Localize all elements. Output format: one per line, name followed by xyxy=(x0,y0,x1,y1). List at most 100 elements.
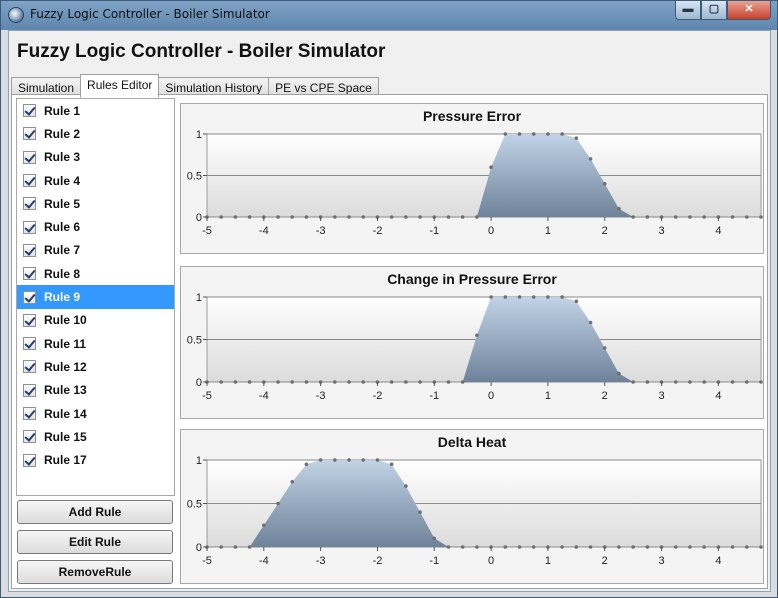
rule-list-item[interactable]: Rule 12 xyxy=(17,355,174,378)
rule-list-item[interactable]: Rule 15 xyxy=(17,425,174,448)
rule-checkbox[interactable] xyxy=(23,360,36,374)
rule-list-item[interactable]: Rule 7 xyxy=(17,239,174,262)
rule-checkbox[interactable] xyxy=(23,267,36,281)
rule-checkbox[interactable] xyxy=(23,220,36,234)
window-controls: ▬ ▢ ✕ xyxy=(675,1,771,20)
x-tick-label: 3 xyxy=(659,225,665,237)
close-button[interactable]: ✕ xyxy=(727,1,771,20)
data-point xyxy=(645,215,650,219)
x-tick-label: 2 xyxy=(602,555,608,567)
data-point xyxy=(560,132,564,136)
data-point xyxy=(262,523,266,528)
data-point xyxy=(688,215,692,219)
add-rule-button[interactable]: Add Rule xyxy=(17,500,173,524)
x-tick-label: 3 xyxy=(659,390,665,402)
rule-list-item[interactable]: Rule 4 xyxy=(17,169,174,192)
client-area: Fuzzy Logic Controller - Boiler Simulato… xyxy=(8,30,771,592)
rule-checkbox[interactable] xyxy=(23,174,36,188)
data-point xyxy=(602,346,607,350)
data-point xyxy=(233,380,238,384)
data-point xyxy=(404,380,408,384)
rule-label: Rule 11 xyxy=(44,336,87,351)
change-in-pressure-error-plot: Change in Pressure Error 0 0.5 1 -5 -4 -3 -2 -1 0… xyxy=(187,271,763,402)
rule-list-item[interactable]: Rule 8 xyxy=(17,262,174,285)
x-tick-label: -1 xyxy=(429,225,439,237)
rule-list-item[interactable]: Rule 14 xyxy=(17,402,174,425)
x-tick-label: 1 xyxy=(545,555,551,567)
minimize-button[interactable]: ▬ xyxy=(675,1,701,20)
x-tick-label: 3 xyxy=(659,555,665,567)
data-point xyxy=(361,458,366,462)
data-point xyxy=(375,458,380,462)
tab-rules-editor[interactable]: Rules Editor xyxy=(80,74,160,98)
rule-list-item[interactable]: Rule 10 xyxy=(17,309,174,332)
data-point xyxy=(744,215,749,219)
data-point xyxy=(389,380,394,384)
data-point xyxy=(574,545,579,549)
rule-checkbox[interactable] xyxy=(23,243,36,257)
rule-checkbox[interactable] xyxy=(23,313,36,327)
data-point xyxy=(730,215,735,219)
x-tick-label: -5 xyxy=(202,390,212,402)
data-point xyxy=(503,132,508,136)
rule-list-item[interactable]: Rule 2 xyxy=(17,122,174,145)
rule-checkbox[interactable] xyxy=(23,453,36,467)
data-point xyxy=(333,215,337,219)
edit-rule-button[interactable]: Edit Rule xyxy=(17,530,173,554)
data-point xyxy=(233,545,238,549)
data-point xyxy=(219,545,224,549)
rule-list-item[interactable]: Rule 6 xyxy=(17,215,174,238)
data-point xyxy=(631,215,635,219)
rule-checkbox[interactable] xyxy=(23,104,36,118)
rule-checkbox[interactable] xyxy=(23,337,36,351)
data-point xyxy=(673,215,678,219)
rule-checkbox[interactable] xyxy=(23,407,36,420)
data-point xyxy=(503,545,508,549)
data-point xyxy=(489,165,493,169)
rule-list-item[interactable]: Rule 1 xyxy=(17,99,174,122)
rule-checkbox[interactable] xyxy=(23,127,36,141)
data-point xyxy=(617,206,621,211)
rule-list-item[interactable]: Rule 17 xyxy=(17,448,174,471)
data-point xyxy=(446,215,451,219)
x-tick-label: 1 xyxy=(545,225,551,237)
data-point xyxy=(588,157,593,161)
x-tick-label: 0 xyxy=(488,390,494,402)
data-point xyxy=(730,380,735,384)
remove-rule-button[interactable]: RemoveRule xyxy=(17,560,173,584)
title-bar[interactable]: Fuzzy Logic Controller - Boiler Simulato… xyxy=(1,1,777,30)
rule-list-item[interactable]: Rule 11 xyxy=(17,332,174,355)
rule-list-item[interactable]: Rule 13 xyxy=(17,379,174,402)
rule-list[interactable]: Rule 1 Rule 2 Rule 3 Rule 4 Rule 5 Rule 6 Rule… xyxy=(16,98,175,496)
app-window: Fuzzy Logic Controller - Boiler Simulato… xyxy=(0,0,778,598)
rule-checkbox[interactable] xyxy=(23,197,36,211)
data-point xyxy=(432,536,437,541)
window-title: Fuzzy Logic Controller - Boiler Simulato… xyxy=(30,7,270,21)
x-tick-label: 4 xyxy=(715,225,721,237)
y-tick-label: 1 xyxy=(196,129,202,141)
rule-checkbox[interactable] xyxy=(23,383,36,397)
data-point xyxy=(290,215,295,219)
data-point xyxy=(333,380,337,384)
pressure-error-plot: Pressure Error 0 0.5 1 -5 -4 -3 -2 -1 0 1 2 3 4 xyxy=(187,108,763,237)
rule-list-item[interactable]: Rule 9 xyxy=(17,285,174,309)
rule-label: Rule 10 xyxy=(44,313,87,328)
data-point xyxy=(744,545,749,549)
data-point xyxy=(574,136,579,140)
rule-checkbox[interactable] xyxy=(23,430,36,444)
data-point xyxy=(517,132,522,136)
data-point xyxy=(574,299,579,304)
delta-heat-plot: Delta Heat 0 0.5 1 -5 -4 -3 -2 -1 0 1 2 3 4 xyxy=(187,434,763,567)
data-point xyxy=(759,380,763,384)
data-point xyxy=(673,380,678,384)
data-point xyxy=(460,545,465,549)
x-tick-label: -3 xyxy=(316,390,326,402)
rule-list-item[interactable]: Rule 5 xyxy=(17,192,174,215)
x-tick-label: 4 xyxy=(715,555,721,567)
rule-checkbox[interactable] xyxy=(23,150,36,164)
maximize-button[interactable]: ▢ xyxy=(701,1,727,20)
rule-list-item[interactable]: Rule 3 xyxy=(17,146,174,169)
rule-checkbox[interactable] xyxy=(23,290,36,304)
data-point xyxy=(702,380,706,384)
data-point xyxy=(645,380,650,384)
